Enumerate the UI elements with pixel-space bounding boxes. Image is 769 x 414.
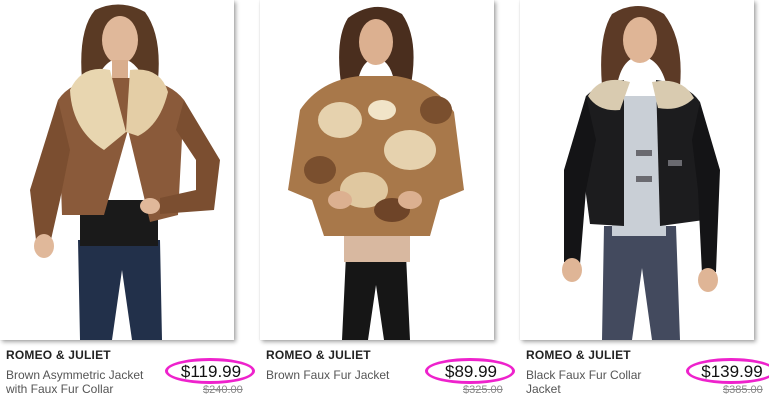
price-group: $139.99 [686,354,769,388]
product-image[interactable] [520,0,754,340]
product-image[interactable] [260,0,494,340]
original-price: $385.00 [723,384,763,396]
product-card: ROMEO & JULIET Black Faux Fur Collar Jac… [520,0,769,414]
product-brand[interactable]: ROMEO & JULIET [526,348,631,362]
original-price: $325.00 [463,384,503,396]
model-figure [0,0,234,340]
sale-price: $119.99 [180,362,242,381]
product-brand[interactable]: ROMEO & JULIET [266,348,371,362]
product-brand[interactable]: ROMEO & JULIET [6,348,111,362]
sale-price: $89.99 [445,362,497,381]
price-group: $89.99 [425,354,519,388]
sale-price: $139.99 [701,362,763,381]
product-card: ROMEO & JULIET Brown Asymmetric Jacket w… [0,0,255,414]
product-name[interactable]: Brown Faux Fur Jacket [266,368,416,382]
product-image[interactable] [0,0,234,340]
product-name[interactable]: Brown Asymmetric Jacket with Faux Fur Co… [6,368,156,396]
product-name[interactable]: Black Faux Fur Collar Jacket [526,368,676,396]
original-price: $240.00 [203,384,243,396]
price-group: $119.99 [165,354,259,388]
model-figure [260,0,494,340]
product-card: ROMEO & JULIET Brown Faux Fur Jacket $89… [260,0,515,414]
product-grid: ROMEO & JULIET Brown Asymmetric Jacket w… [0,0,769,414]
model-figure [520,0,754,340]
